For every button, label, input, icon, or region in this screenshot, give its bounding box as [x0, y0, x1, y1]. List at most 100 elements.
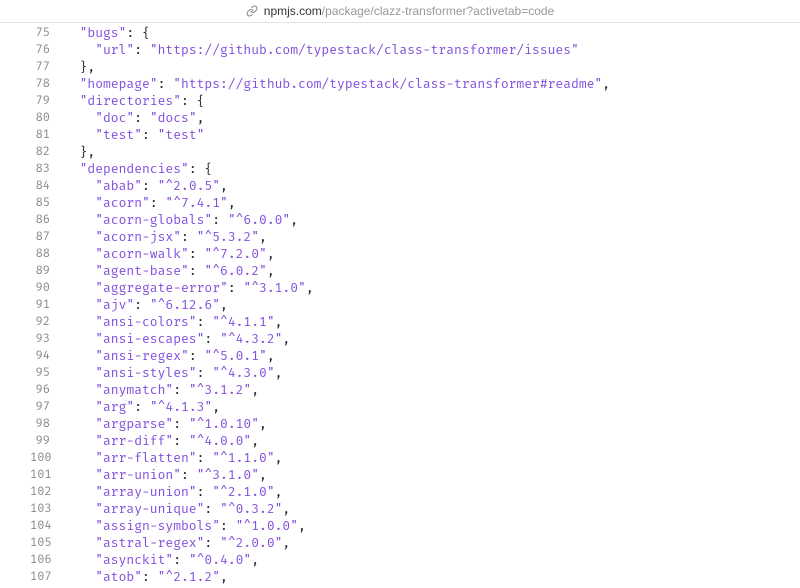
line-code: "homepage": "https://github.com/typestac…	[64, 76, 800, 93]
line-number: 102	[30, 484, 64, 501]
token-key: "arr-diff"	[95, 434, 173, 449]
token-str: "^7.2.0"	[204, 247, 266, 262]
token-pct: :	[189, 349, 205, 364]
token-key: "assign-symbols"	[95, 519, 220, 534]
url-host: npmjs.com	[264, 4, 322, 18]
line-number: 87	[30, 229, 64, 246]
line-number: 89	[30, 263, 64, 280]
token-str: "^1.1.0"	[212, 451, 274, 466]
line-code: "agent-base": "^6.0.2",	[64, 263, 800, 280]
token-str: "^2.0.5"	[158, 179, 220, 194]
line-code: "abab": "^2.0.5",	[64, 178, 800, 195]
line-number: 76	[30, 42, 64, 59]
token-pct: :	[142, 128, 158, 143]
line-number: 106	[30, 552, 64, 569]
code-line: 83 "dependencies": {	[30, 161, 800, 178]
token-key: "agent-base"	[95, 264, 189, 279]
token-pct: :	[134, 298, 150, 313]
token-pct: :	[197, 315, 213, 330]
token-str: "docs"	[150, 111, 197, 126]
token-pct: ,	[267, 247, 275, 262]
token-pct: :	[189, 264, 205, 279]
code-line: 107 "atob": "^2.1.2",	[30, 569, 800, 586]
token-key: "test"	[95, 128, 142, 143]
token-key: "array-unique"	[95, 502, 204, 517]
token-str: "^4.3.2"	[220, 332, 282, 347]
token-str: "^2.0.0"	[220, 536, 282, 551]
token-pct: ,	[298, 519, 306, 534]
token-pct: ,	[275, 451, 283, 466]
token-pct: :	[220, 519, 236, 534]
code-line: 106 "asynckit": "^0.4.0",	[30, 552, 800, 569]
line-code: "anymatch": "^3.1.2",	[64, 382, 800, 399]
token-pct: ,	[220, 298, 228, 313]
code-block[interactable]: 75 "bugs": {76 "url": "https://github.co…	[0, 25, 800, 586]
token-pct: ,	[282, 332, 290, 347]
token-key: "ansi-styles"	[95, 366, 196, 381]
token-str: "^6.0.0"	[228, 213, 290, 228]
token-str: "^1.0.0"	[236, 519, 298, 534]
line-code: "asynckit": "^0.4.0",	[64, 552, 800, 569]
token-pct: ,	[267, 264, 275, 279]
token-str: "^0.3.2"	[220, 502, 282, 517]
token-str: "^3.1.0"	[243, 281, 305, 296]
code-content: 75 "bugs": {76 "url": "https://github.co…	[0, 22, 800, 586]
token-str: "^7.4.1"	[165, 196, 227, 211]
code-line: 85 "acorn": "^7.4.1",	[30, 195, 800, 212]
link-icon	[246, 5, 258, 17]
line-number: 79	[30, 93, 64, 110]
token-str: "^4.3.0"	[212, 366, 274, 381]
line-code: "acorn-walk": "^7.2.0",	[64, 246, 800, 263]
token-pct: :	[204, 536, 220, 551]
line-number: 99	[30, 433, 64, 450]
line-code: "url": "https://github.com/typestack/cla…	[64, 42, 800, 59]
token-key: "bugs"	[80, 26, 127, 41]
code-line: 105 "astral-regex": "^2.0.0",	[30, 535, 800, 552]
line-code: "ansi-escapes": "^4.3.2",	[64, 331, 800, 348]
token-pct: ,	[267, 349, 275, 364]
token-pct: :	[197, 451, 213, 466]
token-str: "^1.0.10"	[189, 417, 259, 432]
token-pct: ,	[212, 400, 220, 415]
line-number: 77	[30, 59, 64, 76]
token-pct: ,	[197, 111, 205, 126]
token-pct: ,	[220, 179, 228, 194]
token-key: "acorn-walk"	[95, 247, 189, 262]
line-code: "acorn": "^7.4.1",	[64, 195, 800, 212]
token-pct: ,	[275, 485, 283, 500]
code-line: 94 "ansi-regex": "^5.0.1",	[30, 348, 800, 365]
url-bar[interactable]: npmjs.com/package/clazz-transformer?acti…	[0, 0, 800, 22]
line-number: 86	[30, 212, 64, 229]
line-code: "arr-union": "^3.1.0",	[64, 467, 800, 484]
token-str: "^5.0.1"	[204, 349, 266, 364]
line-number: 80	[30, 110, 64, 127]
token-pct: :	[228, 281, 244, 296]
code-line: 89 "agent-base": "^6.0.2",	[30, 263, 800, 280]
token-str: "https://github.com/typestack/class-tran…	[150, 43, 579, 58]
line-number: 95	[30, 365, 64, 382]
token-pct: ,	[290, 213, 298, 228]
token-key: "doc"	[95, 111, 134, 126]
line-number: 85	[30, 195, 64, 212]
token-pct: :	[204, 332, 220, 347]
token-key: "anymatch"	[95, 383, 173, 398]
line-code: "ansi-styles": "^4.3.0",	[64, 365, 800, 382]
line-code: "dependencies": {	[64, 161, 800, 178]
line-number: 78	[30, 76, 64, 93]
token-pct: :	[134, 111, 150, 126]
code-line: 84 "abab": "^2.0.5",	[30, 178, 800, 195]
code-line: 80 "doc": "docs",	[30, 110, 800, 127]
token-key: "ansi-escapes"	[95, 332, 204, 347]
line-number: 93	[30, 331, 64, 348]
token-pct: :	[212, 213, 228, 228]
token-pct: ,	[602, 77, 610, 92]
line-number: 97	[30, 399, 64, 416]
token-key: "dependencies"	[80, 162, 189, 177]
line-number: 75	[30, 25, 64, 42]
token-pct: : {	[181, 94, 204, 109]
line-code: "ansi-regex": "^5.0.1",	[64, 348, 800, 365]
code-line: 81 "test": "test"	[30, 127, 800, 144]
token-key: "abab"	[95, 179, 142, 194]
token-pct: :	[181, 230, 197, 245]
token-pct: : {	[126, 26, 149, 41]
